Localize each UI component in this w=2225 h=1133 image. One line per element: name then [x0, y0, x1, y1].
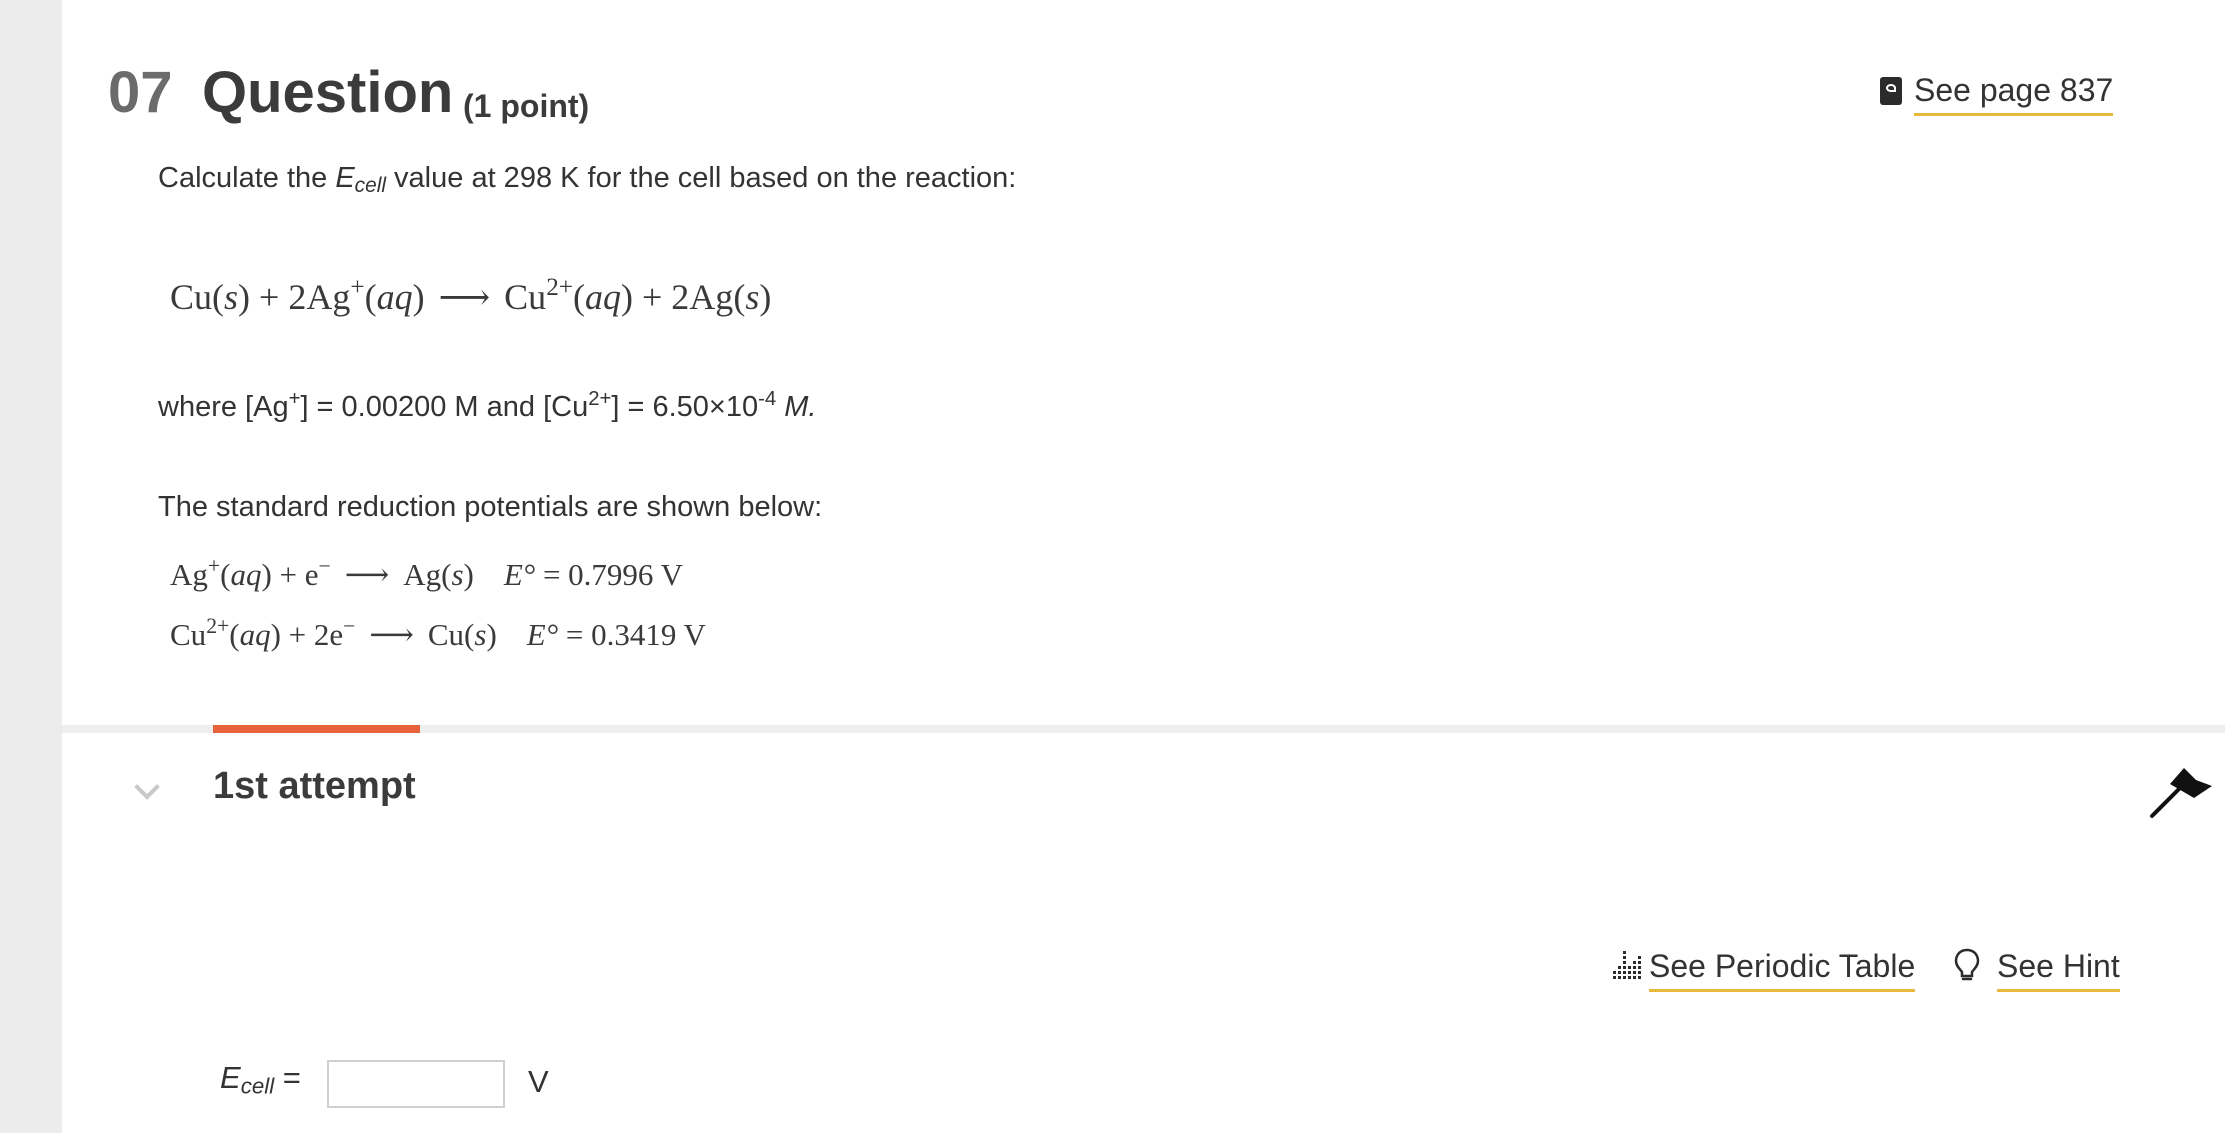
- half2-state: s: [474, 616, 487, 652]
- cell-reaction-equation: Cu(s) + 2Ag+(aq) ⟶ Cu2+(aq) + 2Ag(s): [170, 274, 772, 317]
- prompt-text-before: Calculate the: [158, 162, 336, 194]
- reactant-ag: + 2Ag: [250, 276, 351, 317]
- half1-charge: +: [207, 554, 221, 578]
- conc-cu-charge: 2+: [588, 388, 612, 410]
- prompt-text-after: value at 298 K for the cell based on the…: [386, 162, 1017, 194]
- half1-electron-charge: −: [318, 554, 331, 578]
- half2-e0-symbol: E°: [526, 616, 559, 652]
- attempt-tab-indicator: [213, 725, 420, 733]
- reaction-arrow: ⟶: [438, 276, 491, 317]
- half1-e0-symbol: E°: [503, 556, 536, 592]
- half-reaction-silver: Ag+(aq) + e− ⟶ Ag(s) E° = 0.7996 V: [170, 554, 683, 592]
- periodic-table-link-group[interactable]: See Periodic Table: [1613, 946, 1916, 992]
- prompt-e-subscript: cell: [354, 174, 386, 198]
- half2-ion: Cu: [170, 616, 207, 652]
- half1-electrons: + e: [271, 556, 319, 592]
- product-cu: Cu: [504, 276, 547, 317]
- half2-arrow: ⟶: [369, 616, 414, 652]
- question-prompt: Calculate the Ecell value at 298 K for t…: [158, 160, 1016, 204]
- hint-link[interactable]: See Hint: [1997, 946, 2120, 992]
- lightbulb-icon: [1954, 948, 1980, 981]
- state-s: s: [224, 276, 239, 317]
- state-aq: aq: [585, 276, 621, 317]
- answer-e-subscript: cell: [240, 1073, 275, 1099]
- product-ag: + 2Ag: [633, 276, 734, 317]
- half1-ion: Ag: [170, 556, 208, 592]
- conc-ag-charge: +: [288, 388, 301, 410]
- hint-link-group[interactable]: See Hint: [1953, 946, 2120, 992]
- state-aq: aq: [376, 276, 413, 317]
- half-reaction-copper: Cu2+(aq) + 2e− ⟶ Cu(s) E° = 0.3419 V: [170, 614, 706, 652]
- half1-product: Ag: [403, 556, 442, 592]
- conc-text-2: ] = 0.00200 M and [Cu: [300, 391, 589, 424]
- prompt-e-symbol: E: [335, 162, 355, 194]
- conc-unit: M.: [776, 391, 817, 424]
- half2-electron-charge: −: [343, 614, 356, 638]
- half2-electrons: + 2e: [280, 616, 344, 652]
- flag-icon[interactable]: [2148, 764, 2214, 820]
- half1-e0-value: = 0.7996 V: [535, 556, 683, 592]
- ag-charge: +: [350, 274, 365, 301]
- conc-text-1: where [Ag: [158, 391, 289, 424]
- answer-equals: =: [274, 1060, 301, 1095]
- question-title: Question: [202, 60, 454, 125]
- answer-e-symbol: E: [220, 1060, 241, 1095]
- answer-label: Ecell =: [220, 1058, 301, 1107]
- half1-state: s: [451, 556, 464, 592]
- ebook-icon: [1880, 77, 1902, 105]
- cu-charge: 2+: [546, 274, 573, 301]
- half1-arrow: ⟶: [344, 556, 390, 592]
- see-page-link-group[interactable]: See page 837: [1880, 70, 2114, 116]
- half2-product: Cu: [427, 616, 465, 652]
- conc-text-3: ] = 6.50×10: [611, 391, 759, 424]
- state-s: s: [745, 276, 760, 317]
- standard-potentials-label: The standard reduction potentials are sh…: [158, 491, 823, 523]
- see-page-link[interactable]: See page 837: [1914, 70, 2114, 116]
- half2-e0-value: = 0.3419 V: [558, 616, 706, 652]
- ecell-answer-input[interactable]: [327, 1060, 505, 1108]
- answer-unit: V: [528, 1064, 549, 1099]
- state-aq: aq: [239, 616, 271, 652]
- question-points: (1 point): [463, 88, 590, 124]
- question-number: 07: [108, 60, 173, 125]
- conc-exponent: -4: [758, 388, 777, 410]
- periodic-table-link[interactable]: See Periodic Table: [1649, 946, 1916, 992]
- attempt-title: 1st attempt: [213, 765, 416, 807]
- periodic-table-icon: [1613, 951, 1641, 979]
- concentrations-text: where [Ag+] = 0.00200 M and [Cu2+] = 6.5…: [158, 381, 816, 425]
- half2-charge: 2+: [206, 614, 230, 638]
- state-aq: aq: [230, 556, 262, 592]
- reactant-cu: Cu: [170, 276, 213, 317]
